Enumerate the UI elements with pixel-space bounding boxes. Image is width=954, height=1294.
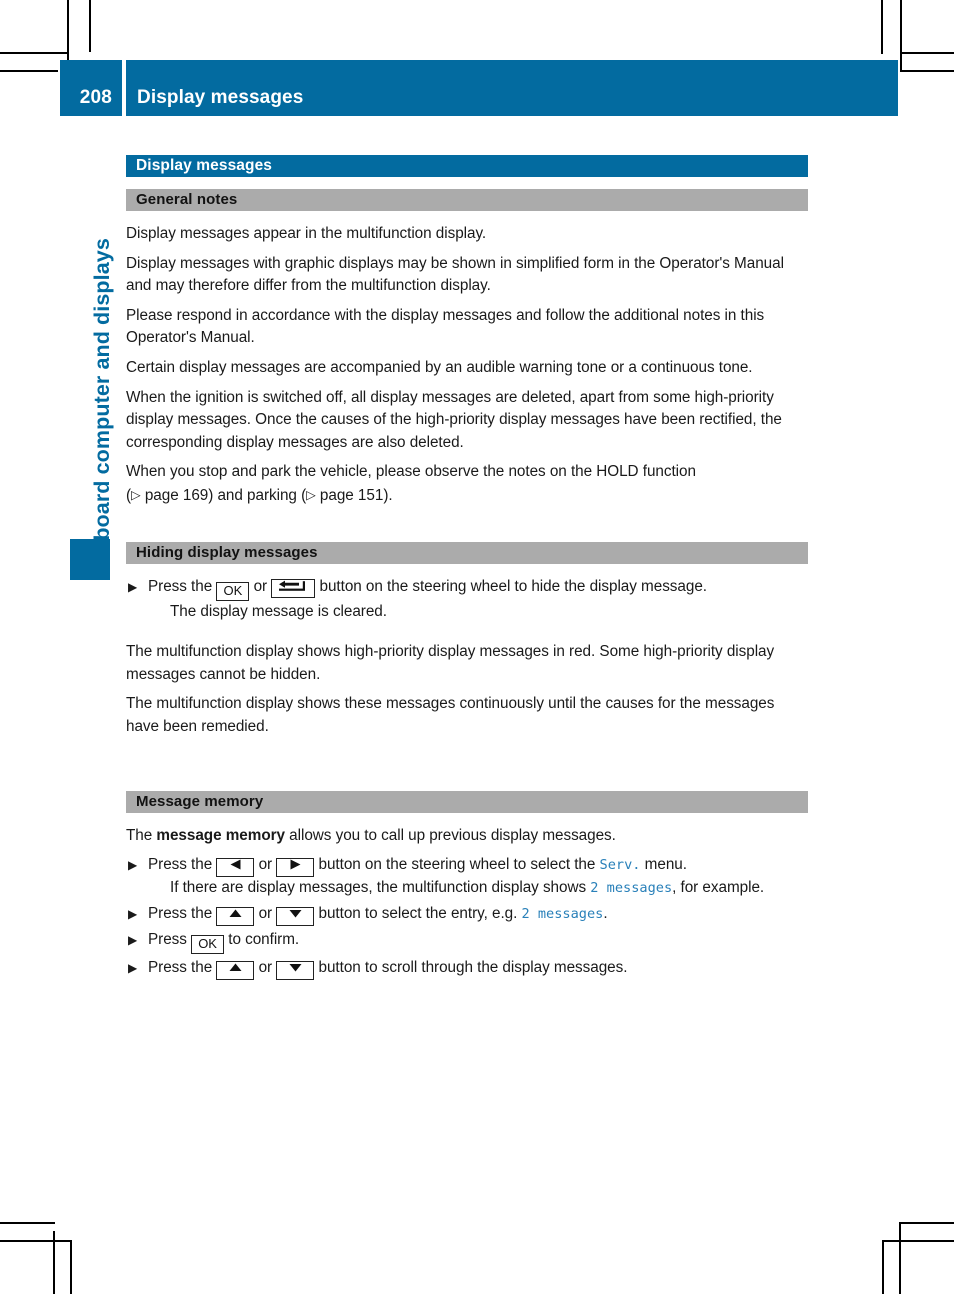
crop-mark-top-right-vertical-inner — [900, 0, 902, 72]
down-arrow-key-icon[interactable] — [276, 906, 315, 926]
step-text-between: or — [258, 904, 273, 922]
instruction-step: ▶ Press the or button to scroll through … — [126, 957, 808, 980]
crop-mark-bottom-right-vertical-outer — [882, 1241, 884, 1294]
step-sub-pre: If there are display messages, the multi… — [170, 879, 591, 897]
step-text-post: button to select the entry, e.g. — [318, 904, 522, 922]
page-reference-triangle-icon: ▷ — [306, 487, 316, 502]
crop-mark-bottom-left-horizontal-inner — [0, 1240, 72, 1242]
folio-block: 208 — [60, 60, 122, 116]
step-sub-post: , for example. — [672, 879, 765, 897]
crop-mark-bottom-left-vertical-inner — [70, 1241, 72, 1294]
chapter-tab-marker — [70, 539, 110, 580]
step-text-post: button on the steering wheel to hide the… — [319, 577, 708, 595]
mfd-message-label: 2 messages — [590, 880, 673, 897]
crop-mark-top-left-vertical-inner — [89, 0, 91, 52]
step-sub-text: The display message is cleared. — [170, 602, 387, 620]
paragraph-hold-function: When you stop and park the vehicle, plea… — [126, 461, 808, 507]
crop-mark-bottom-left-horizontal-outer — [0, 1222, 55, 1224]
up-arrow-key-icon[interactable] — [216, 906, 255, 926]
down-arrow-key-icon[interactable] — [276, 960, 315, 980]
step-triangle-icon: ▶ — [128, 906, 138, 921]
page-content: Display messages General notes Display m… — [126, 155, 808, 980]
step-triangle-icon: ▶ — [128, 579, 138, 594]
instruction-step: ▶ Press the OK or button on the steering… — [126, 576, 808, 624]
step-text-pre: Press the — [148, 577, 213, 595]
step-triangle-icon: ▶ — [128, 960, 138, 975]
ok-key-icon[interactable]: OK — [216, 581, 250, 601]
up-arrow-key-icon[interactable] — [216, 960, 255, 980]
step-text-between: or — [253, 577, 268, 595]
step-text-pre: Press the — [148, 958, 213, 976]
left-arrow-key-icon[interactable] — [216, 858, 255, 878]
step-text-post: button on the steering wheel to select t… — [318, 856, 596, 874]
ok-key-icon[interactable]: OK — [191, 934, 225, 954]
paragraph: Display messages appear in the multifunc… — [126, 225, 487, 242]
crop-mark-top-right-vertical-outer — [881, 0, 883, 54]
section-heading-message-memory: Message memory — [126, 790, 808, 813]
back-key-icon[interactable] — [271, 578, 316, 598]
crop-mark-bottom-right-horizontal-outer — [899, 1222, 954, 1224]
instruction-step: ▶ Press OK to confirm. — [126, 929, 808, 954]
paragraph: Please respond in accordance with the di… — [126, 306, 765, 347]
page-ref-label[interactable]: page 169 — [145, 487, 208, 504]
intro-bold-term: message memory — [156, 826, 285, 844]
page-number: 208 — [79, 87, 112, 108]
crop-mark-bottom-right-vertical-inner — [899, 1222, 901, 1294]
step-text-post: to confirm. — [228, 930, 300, 948]
mfd-message-label: 2 messages — [521, 905, 604, 922]
step-triangle-icon: ▶ — [128, 858, 138, 873]
hold-paragraph-lead: When you stop and park the vehicle, plea… — [126, 463, 696, 481]
paragraph: Display messages with graphic displays m… — [126, 254, 784, 295]
paragraph: When the ignition is switched off, all d… — [126, 388, 782, 451]
step-text-pre: Press the — [148, 856, 213, 874]
step-text-pre: Press — [148, 930, 187, 948]
right-arrow-key-icon[interactable] — [276, 858, 315, 878]
paragraph: Certain display messages are accompanied… — [126, 358, 753, 376]
running-header-bar: Display messages — [126, 60, 898, 116]
crop-mark-top-left-horizontal-outer — [0, 52, 68, 54]
crop-mark-bottom-right-horizontal-inner — [882, 1240, 954, 1242]
intro-part1: The — [126, 826, 157, 844]
crop-mark-top-right-horizontal-outer — [901, 52, 954, 54]
mfd-menu-label: Serv. — [599, 857, 641, 874]
step-text-pre: Press the — [148, 904, 213, 922]
page-title: Display messages — [137, 87, 304, 108]
step-triangle-icon: ▶ — [128, 932, 138, 947]
intro-part2: allows you to call up previous display m… — [284, 826, 616, 844]
paragraph-message-memory-intro: The message memory allows you to call up… — [126, 825, 808, 848]
section-heading-hiding-display-messages: Hiding display messages — [126, 541, 808, 564]
crop-mark-top-left-horizontal-inner — [0, 70, 58, 72]
page-ref-middle: ) and parking ( — [208, 486, 307, 504]
step-text-between: or — [258, 958, 273, 976]
step-sub-text: If there are display messages, the multi… — [148, 877, 808, 900]
step-text-post: button to scroll through the display mes… — [318, 958, 628, 976]
page-reference-triangle-icon: ▷ — [131, 487, 141, 502]
instruction-step: ▶ Press the or button to select the entr… — [126, 903, 808, 926]
section-heading-general-notes: General notes — [126, 189, 808, 211]
page-ref-close: ). — [383, 486, 393, 504]
paragraph: The multifunction display shows these me… — [126, 695, 775, 735]
crop-mark-top-right-horizontal-inner — [901, 70, 954, 72]
chapter-tab-label: On-board computer and displays — [90, 238, 114, 578]
paragraph: The multifunction display shows high-pri… — [126, 643, 775, 683]
page-ref-label[interactable]: page 151 — [320, 487, 383, 504]
step-text-between: or — [258, 856, 273, 874]
step-text-post2: . — [603, 904, 608, 922]
section-heading-display-messages: Display messages — [126, 155, 808, 177]
step-text-post2: menu. — [644, 856, 687, 874]
instruction-step: ▶ Press the or button on the steering wh… — [126, 854, 808, 900]
